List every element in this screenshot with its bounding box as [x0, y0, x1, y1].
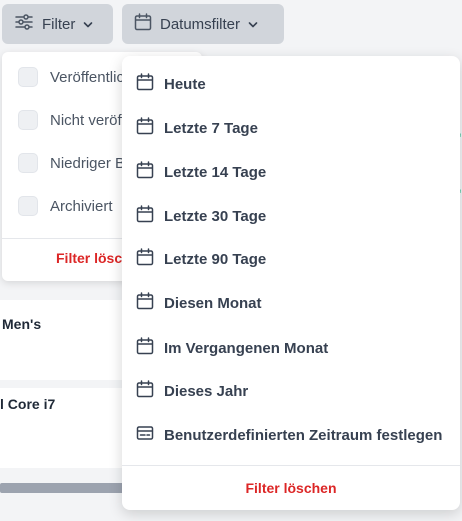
chevron-down-icon — [248, 16, 258, 33]
status-option-archived[interactable]: Archiviert — [18, 195, 113, 217]
calendar-icon — [136, 292, 154, 314]
product-name: l Core i7 — [0, 396, 56, 412]
checkbox[interactable] — [18, 110, 38, 130]
chevron-down-icon — [83, 16, 93, 33]
calendar-icon — [134, 13, 152, 35]
date-option-label: Diesen Monat — [164, 294, 262, 312]
background-row — [0, 300, 130, 380]
date-option-label: Dieses Jahr — [164, 382, 249, 400]
checkbox[interactable] — [18, 196, 38, 216]
filter-button-label: Filter — [42, 15, 76, 33]
date-option-last-90-days[interactable]: Letzte 90 Tage — [136, 247, 266, 271]
status-option-label: Archiviert — [50, 197, 113, 215]
calendar-icon — [136, 161, 154, 183]
status-option-published[interactable]: Veröffentlicht — [18, 66, 136, 88]
calendar-icon — [136, 205, 154, 227]
horizontal-scrollbar[interactable] — [0, 483, 140, 493]
date-option-custom-range[interactable]: Benutzerdefinierten Zeitraum festlegen — [136, 423, 442, 447]
date-option-last-month[interactable]: Im Vergangenen Monat — [136, 336, 328, 360]
date-filter-button[interactable]: Datumsfilter — [122, 4, 284, 44]
date-option-label: Letzte 14 Tage — [164, 163, 267, 181]
date-option-label: Heute — [164, 75, 206, 93]
date-filter-dropdown: Heute Letzte 7 Tage Letzte 14 Tage Letzt… — [122, 56, 460, 510]
date-filter-button-label: Datumsfilter — [160, 15, 241, 33]
custom-range-icon — [136, 424, 154, 446]
date-option-this-year[interactable]: Dieses Jahr — [136, 379, 248, 403]
date-option-last-30-days[interactable]: Letzte 30 Tage — [136, 204, 266, 228]
sliders-icon — [14, 13, 34, 35]
calendar-icon — [136, 248, 154, 270]
date-option-label: Letzte 30 Tage — [164, 207, 267, 225]
date-option-label: Im Vergangenen Monat — [164, 339, 329, 357]
calendar-icon — [136, 73, 154, 95]
product-name: Men's — [2, 316, 42, 332]
date-option-label: Benutzerdefinierten Zeitraum festlegen — [164, 426, 443, 444]
divider — [122, 465, 460, 466]
date-option-last-7-days[interactable]: Letzte 7 Tage — [136, 116, 258, 140]
date-option-label: Letzte 7 Tage — [164, 119, 258, 137]
calendar-icon — [136, 380, 154, 402]
checkbox[interactable] — [18, 67, 38, 87]
date-option-this-month[interactable]: Diesen Monat — [136, 291, 262, 315]
calendar-icon — [136, 337, 154, 359]
date-option-label: Letzte 90 Tage — [164, 250, 267, 268]
checkbox[interactable] — [18, 153, 38, 173]
date-option-last-14-days[interactable]: Letzte 14 Tage — [136, 160, 266, 184]
date-option-today[interactable]: Heute — [136, 72, 206, 96]
calendar-icon — [136, 117, 154, 139]
filter-button[interactable]: Filter — [2, 4, 113, 44]
date-clear-filter-button[interactable]: Filter löschen — [122, 480, 460, 496]
